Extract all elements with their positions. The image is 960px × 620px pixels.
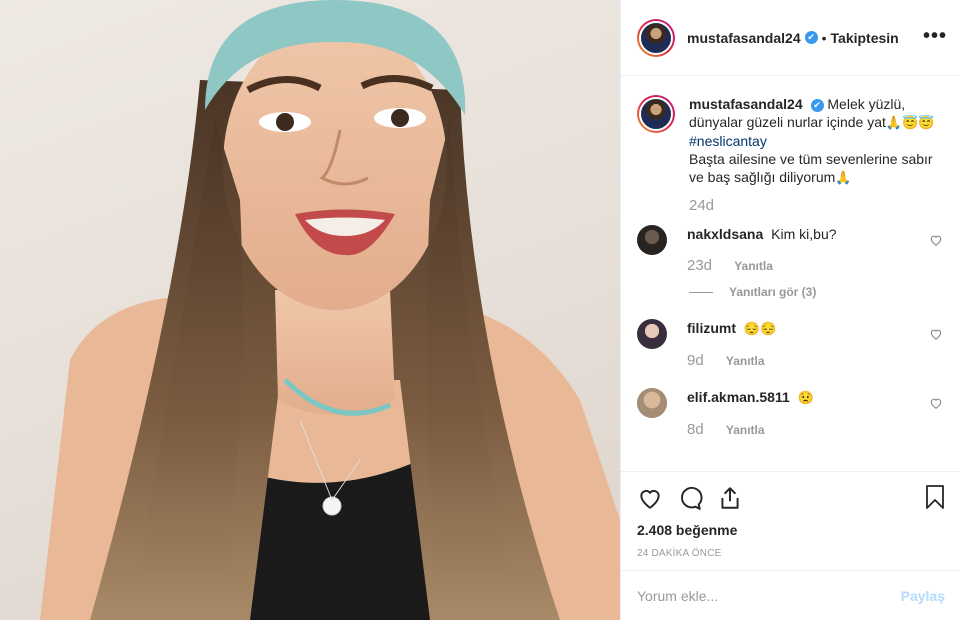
comment-time[interactable]: 23d	[687, 257, 712, 274]
bookmark-icon[interactable]	[923, 484, 947, 510]
avatar[interactable]	[637, 319, 667, 349]
caption-username[interactable]: mustafasandal24	[689, 96, 803, 112]
avatar[interactable]	[637, 18, 675, 57]
comment-text: 😟	[797, 390, 814, 405]
avatar[interactable]	[637, 95, 675, 133]
comments-list[interactable]: mustafasandal24 ✔ Melek yüzlü, dünyalar …	[621, 77, 960, 470]
post-sidebar: mustafasandal24 ✔ • Takiptesin ••• musta…	[620, 0, 960, 620]
post-username[interactable]: mustafasandal24	[687, 30, 801, 46]
post-actions: 2.408 beğenme 24 DAKİKA ÖNCE	[621, 471, 960, 559]
reply-button[interactable]: Yanıtla	[726, 354, 765, 368]
likes-count[interactable]: 2.408 beğenme	[637, 522, 945, 538]
comment-text: 😔😔	[743, 321, 777, 336]
heart-icon[interactable]	[929, 396, 943, 410]
comment-item: nakxldsana Kim ki,bu? 23d Yanıtla	[637, 225, 945, 275]
verified-icon: ✔	[810, 98, 824, 112]
more-icon[interactable]: •••	[923, 26, 947, 46]
comment-username[interactable]: filizumt	[687, 320, 736, 336]
hashtag-link[interactable]: #neslicantay	[689, 132, 945, 150]
posted-time[interactable]: 24 DAKİKA ÖNCE	[637, 548, 945, 559]
caption-emojis: 🙏😇😇	[885, 115, 935, 130]
comment-username[interactable]: nakxldsana	[687, 226, 763, 242]
view-replies-button[interactable]: Yanıtları gör (3)	[689, 285, 945, 299]
post-header: mustafasandal24 ✔ • Takiptesin •••	[621, 0, 960, 76]
comment-icon[interactable]	[677, 485, 703, 511]
verified-icon: ✔	[804, 31, 818, 44]
divider-line	[689, 291, 713, 293]
caption-emojis-2: 🙏	[835, 170, 852, 185]
comment-item: elif.akman.5811 😟 8d Yanıtla	[637, 388, 945, 439]
reply-button[interactable]: Yanıtla	[734, 259, 773, 273]
comment-input[interactable]	[637, 587, 901, 604]
caption-text-2: Başta ailesine ve tüm sevenlerine sabır …	[689, 151, 933, 185]
follow-status-button[interactable]: Takiptesin	[831, 30, 899, 46]
comment-username[interactable]: elif.akman.5811	[687, 389, 790, 405]
caption: mustafasandal24 ✔ Melek yüzlü, dünyalar …	[637, 77, 945, 215]
selfie-illustration	[40, 0, 620, 620]
avatar[interactable]	[637, 388, 667, 418]
reply-button[interactable]: Yanıtla	[726, 423, 765, 437]
avatar[interactable]	[637, 225, 667, 255]
share-icon[interactable]	[717, 485, 743, 511]
instagram-post-view: mustafasandal24 ✔ • Takiptesin ••• musta…	[0, 0, 960, 620]
separator-dot: •	[821, 29, 827, 46]
comment-text: Kim ki,bu?	[771, 226, 837, 242]
comment-time[interactable]: 8d	[687, 421, 704, 438]
post-comment-button[interactable]: Paylaş	[901, 588, 945, 604]
comment-time[interactable]: 9d	[687, 352, 704, 369]
heart-icon[interactable]	[929, 327, 943, 341]
add-comment-bar: Paylaş	[621, 570, 960, 620]
heart-icon[interactable]	[637, 485, 663, 511]
comment-item: filizumt 😔😔 9d Yanıtla	[637, 319, 945, 370]
caption-time[interactable]: 24d	[689, 197, 945, 215]
heart-icon[interactable]	[929, 233, 943, 247]
view-replies-label: Yanıtları gör (3)	[729, 285, 817, 299]
post-photo[interactable]	[0, 0, 620, 620]
